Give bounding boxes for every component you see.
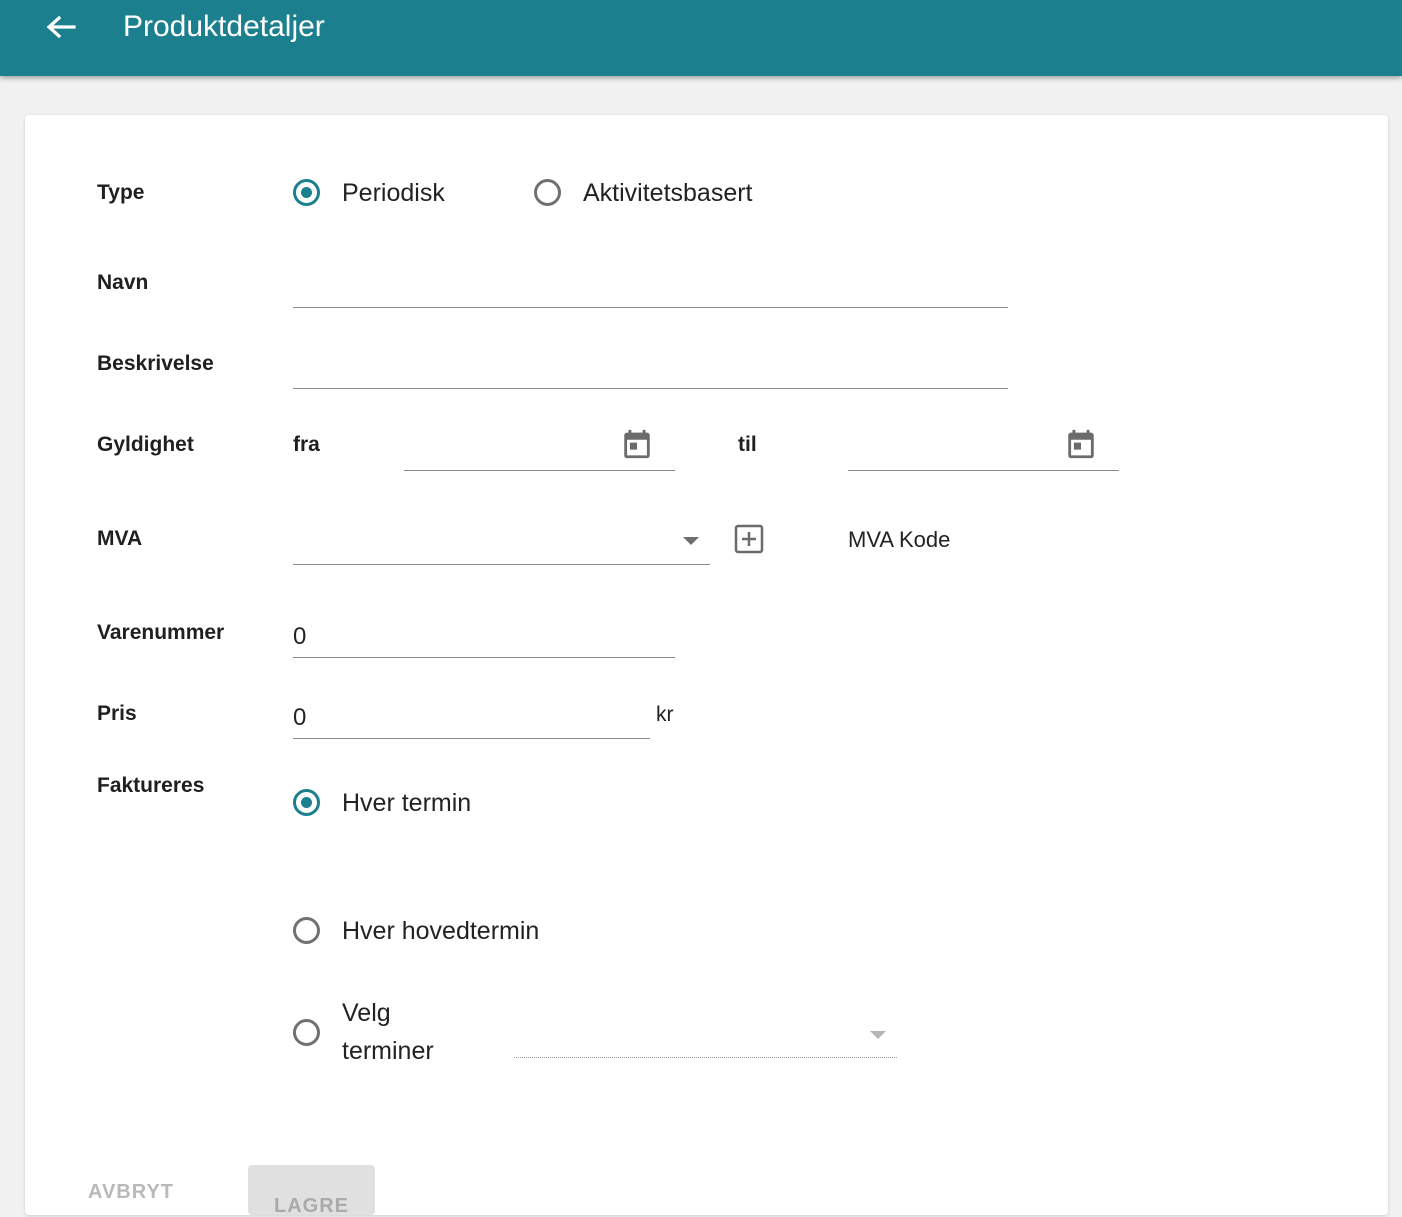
beskrivelse-field[interactable]	[293, 348, 1008, 389]
radio-ring	[534, 179, 561, 206]
radio-aktivitetsbasert[interactable]	[534, 179, 566, 211]
app-bar: Produktdetaljer	[0, 0, 1402, 76]
navn-input[interactable]	[293, 273, 1008, 301]
chevron-down-icon[interactable]	[870, 1031, 886, 1039]
varenummer-input[interactable]	[293, 623, 675, 651]
beskrivelse-label: Beskrivelse	[97, 352, 214, 375]
save-button[interactable]: LAGRE	[248, 1165, 375, 1217]
radio-hver-termin-label: Hver termin	[342, 789, 472, 817]
calendar-icon[interactable]	[1064, 427, 1098, 461]
faktureres-label: Faktureres	[97, 774, 205, 797]
type-label: Type	[97, 181, 145, 204]
terminer-select[interactable]	[514, 1027, 897, 1058]
radio-aktivitetsbasert-label: Aktivitetsbasert	[583, 179, 753, 207]
navn-label: Navn	[97, 271, 149, 294]
pris-input[interactable]	[293, 704, 650, 732]
arrow-left-icon	[46, 15, 76, 39]
calendar-icon[interactable]	[620, 427, 654, 461]
radio-hver-hovedtermin[interactable]	[293, 917, 325, 949]
calendar-icon-graphic	[624, 429, 650, 459]
save-button-label: LAGRE	[274, 1195, 349, 1217]
mva-kode-label: MVA Kode	[848, 527, 951, 552]
page-title: Produktdetaljer	[123, 10, 325, 43]
gyldighet-til-input[interactable]	[848, 436, 1058, 464]
radio-velg-terminer-label-line1: Velg	[342, 999, 391, 1027]
gyldighet-fra-input[interactable]	[404, 436, 614, 464]
radio-hver-termin[interactable]	[293, 789, 325, 821]
varenummer-label: Varenummer	[97, 621, 225, 644]
radio-ring	[293, 1019, 320, 1046]
mva-label: MVA	[97, 527, 143, 550]
radio-ring	[293, 917, 320, 944]
mva-select[interactable]	[293, 524, 710, 565]
radio-velg-terminer[interactable]	[293, 1019, 325, 1051]
radio-ring	[293, 179, 320, 206]
beskrivelse-input[interactable]	[293, 354, 1008, 382]
add-mva-button[interactable]	[733, 523, 765, 555]
radio-periodisk-label: Periodisk	[342, 179, 445, 207]
back-button[interactable]	[40, 8, 80, 48]
calendar-icon-graphic	[1068, 429, 1094, 459]
pris-unit: kr	[656, 703, 674, 726]
gyldighet-fra-label: fra	[293, 433, 320, 456]
radio-periodisk[interactable]	[293, 179, 325, 211]
gyldighet-til-label: til	[738, 433, 757, 456]
radio-velg-terminer-label-line2: terminer	[342, 1037, 434, 1065]
chevron-down-icon[interactable]	[683, 537, 699, 545]
cancel-button[interactable]: AVBRYT	[88, 1181, 174, 1204]
gyldighet-label: Gyldighet	[97, 433, 194, 456]
radio-hver-hovedtermin-label: Hver hovedtermin	[342, 917, 540, 945]
navn-field[interactable]	[293, 267, 1008, 308]
pris-label: Pris	[97, 702, 137, 725]
varenummer-field[interactable]	[293, 617, 675, 658]
pris-field[interactable]	[293, 698, 650, 739]
plus-box-icon	[734, 524, 764, 554]
product-form-card: Type Periodisk Aktivitetsbasert Navn Bes…	[25, 115, 1388, 1217]
radio-ring	[293, 789, 320, 816]
